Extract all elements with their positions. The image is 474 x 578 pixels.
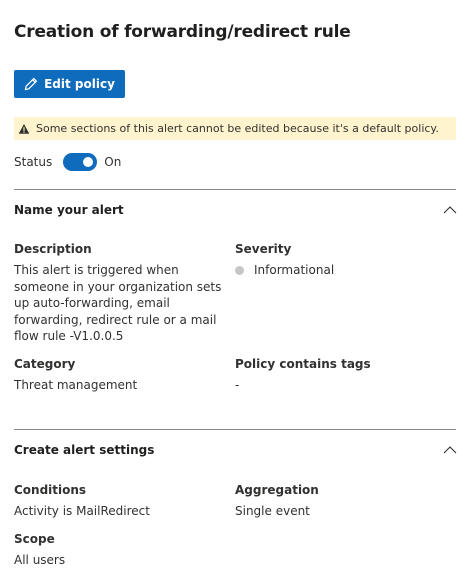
description-value: This alert is triggered when someone in …: [14, 262, 224, 345]
description-line: forwarding, redirect rule or a mail: [14, 312, 217, 327]
description-line: up auto-forwarding, email: [14, 296, 170, 310]
pencil-icon: [24, 77, 38, 91]
severity-value: Informational: [254, 263, 335, 277]
aggregation-value: Single event: [235, 504, 310, 518]
conditions-value: Activity is MailRedirect: [14, 504, 150, 518]
status-toggle[interactable]: [63, 153, 98, 171]
description-line: someone in your organization sets: [14, 279, 222, 294]
section-divider: [14, 429, 456, 430]
description-line: This alert is triggered when: [14, 263, 179, 277]
section-name-your-alert-title: Name your alert: [14, 203, 124, 217]
severity-dot-icon: [235, 265, 244, 275]
toggle-knob: [83, 157, 94, 167]
section-alert-settings-title: Create alert settings: [14, 443, 155, 457]
scope-label: Scope: [14, 532, 55, 546]
edit-policy-label: Edit policy: [44, 77, 115, 91]
chevron-up-icon[interactable]: [443, 445, 457, 455]
status-row: Status On: [14, 152, 121, 172]
description-line: flow rule -V1.0.0.5: [14, 329, 124, 343]
tags-label: Policy contains tags: [235, 357, 371, 371]
tags-value: -: [235, 378, 240, 392]
section-divider: [14, 189, 456, 190]
severity-value-row: Informational: [235, 262, 334, 279]
default-policy-warning: Some sections of this alert cannot be ed…: [14, 117, 456, 140]
aggregation-label: Aggregation: [235, 483, 319, 497]
chevron-up-icon[interactable]: [443, 205, 457, 215]
edit-policy-button[interactable]: Edit policy: [14, 70, 125, 98]
warning-text: Some sections of this alert cannot be ed…: [36, 122, 439, 135]
category-value: Threat management: [14, 378, 138, 392]
page-title: Creation of forwarding/redirect rule: [14, 22, 351, 42]
severity-label: Severity: [235, 242, 292, 256]
status-toggle-text: On: [104, 155, 122, 169]
category-label: Category: [14, 357, 76, 371]
description-label: Description: [14, 242, 92, 256]
warning-icon: [18, 123, 30, 135]
status-label: Status: [14, 155, 53, 169]
conditions-label: Conditions: [14, 483, 87, 497]
scope-value: All users: [14, 553, 66, 567]
